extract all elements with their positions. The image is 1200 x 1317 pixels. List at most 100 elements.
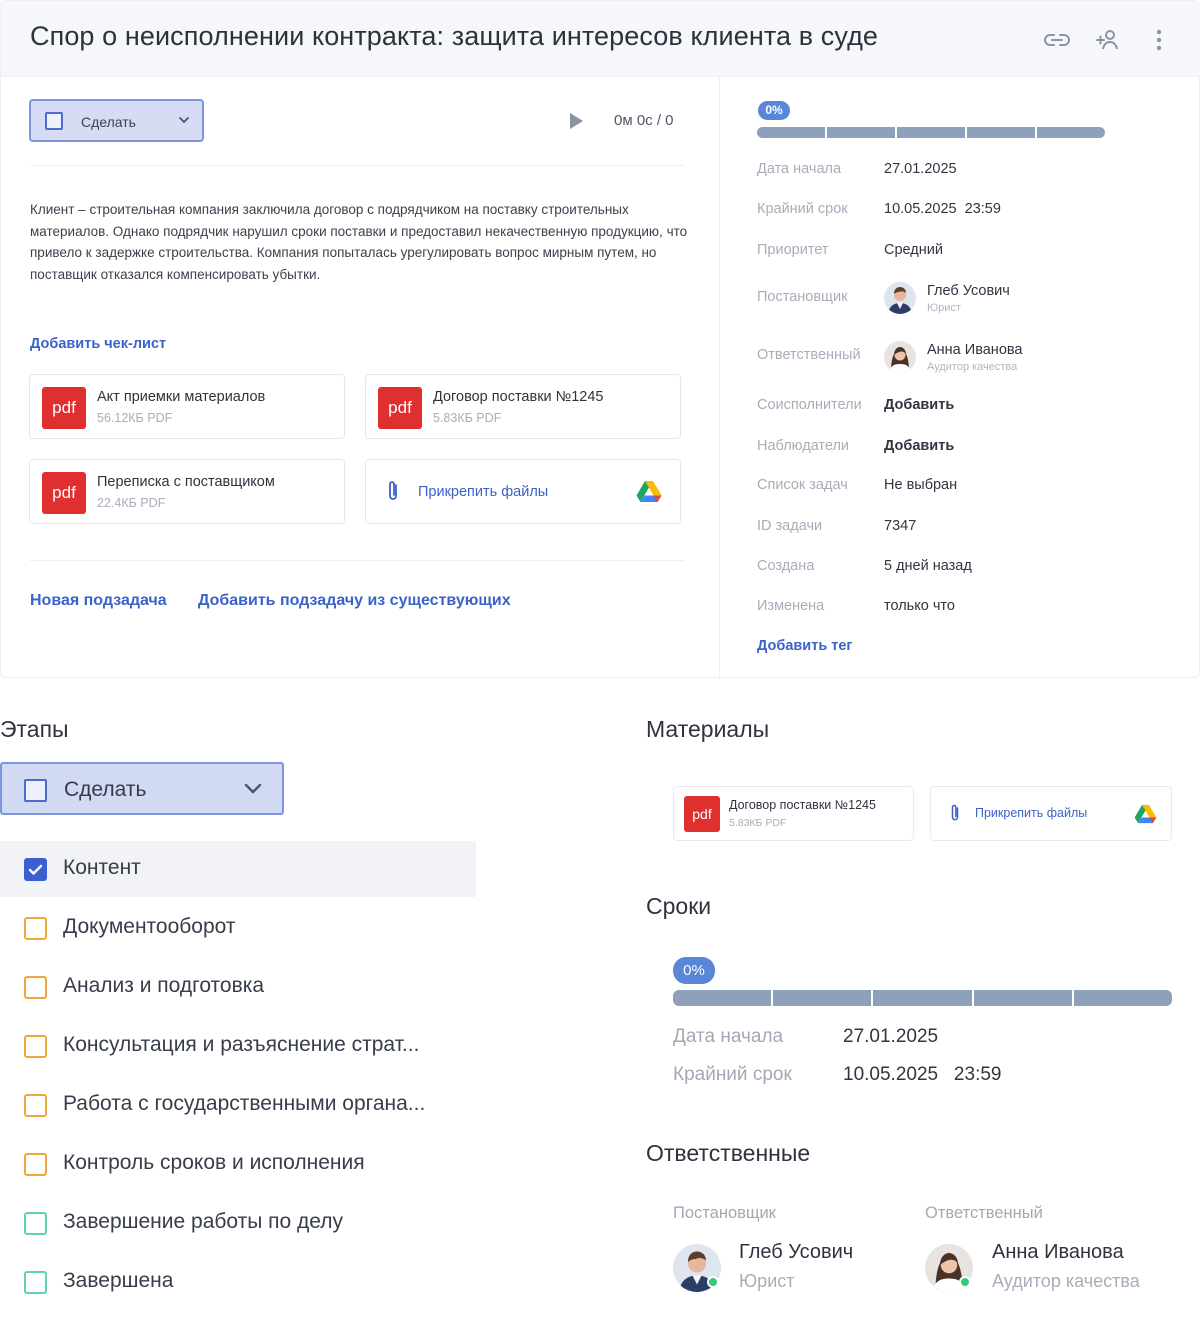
tasklist-label: Список задач bbox=[757, 477, 848, 493]
checkbox-icon[interactable] bbox=[24, 1094, 47, 1117]
pdf-icon: pdf bbox=[378, 387, 422, 429]
new-subtask-link[interactable]: Новая подзадача bbox=[30, 592, 167, 610]
checkbox-checked-icon[interactable] bbox=[24, 858, 47, 881]
attach-files-button[interactable]: Прикрепить файлы bbox=[930, 786, 1172, 841]
add-existing-subtask-link[interactable]: Добавить подзадачу из существующих bbox=[198, 592, 511, 610]
assignee-label: Ответственный bbox=[925, 1204, 1043, 1222]
stage-label: Контроль сроков и исполнения bbox=[63, 1151, 365, 1174]
start-date-value[interactable]: 27.01.2025 bbox=[843, 1026, 938, 1048]
chevron-down-icon bbox=[244, 781, 262, 800]
stage-dropdown[interactable]: Сделать bbox=[0, 762, 284, 815]
task-title: Спор о неисполнении контракта: защита ин… bbox=[30, 21, 879, 51]
google-drive-icon[interactable] bbox=[1134, 804, 1157, 829]
stage-item[interactable]: Консультация и разъяснение страт... bbox=[0, 1018, 476, 1074]
checkbox-icon[interactable] bbox=[24, 1271, 47, 1294]
creator-role: Юрист bbox=[927, 302, 961, 314]
stage-label: Завершена bbox=[63, 1269, 174, 1292]
progress-badge: 0% bbox=[758, 101, 790, 120]
file-card[interactable]: pdf Договор поставки №1245 5.83КБ PDF bbox=[673, 786, 914, 841]
materials-heading: Материалы bbox=[646, 716, 770, 742]
priority-value[interactable]: Средний bbox=[884, 242, 943, 258]
file-name: Договор поставки №1245 bbox=[729, 798, 876, 812]
stage-item[interactable]: Анализ и подготовка bbox=[0, 959, 476, 1015]
stage-item[interactable]: Завершена bbox=[0, 1254, 476, 1310]
deadline-value[interactable]: 10.05.2025 23:59 bbox=[884, 201, 1001, 217]
add-observers-link[interactable]: Добавить bbox=[884, 438, 954, 454]
checkbox-icon[interactable] bbox=[24, 1153, 47, 1176]
creator-role: Юрист bbox=[739, 1271, 795, 1291]
task-id-value: 7347 bbox=[884, 518, 917, 534]
stage-label: Анализ и подготовка bbox=[63, 974, 265, 997]
task-id-label: ID задачи bbox=[757, 518, 823, 534]
responsibles-heading: Ответственные bbox=[646, 1140, 811, 1166]
creator-name[interactable]: Глеб Усович bbox=[927, 283, 1010, 299]
attach-files-button[interactable]: Прикрепить файлы bbox=[365, 459, 681, 524]
stage-item[interactable]: Контроль сроков и исполнения bbox=[0, 1136, 476, 1192]
more-vertical-icon[interactable] bbox=[1144, 25, 1174, 55]
file-name: Переписка с поставщиком bbox=[97, 474, 275, 490]
add-checklist-link[interactable]: Добавить чек-лист bbox=[30, 336, 166, 352]
assignee-label: Ответственный bbox=[757, 347, 861, 363]
online-status-indicator bbox=[707, 1276, 719, 1288]
creator-label: Постановщик bbox=[757, 289, 848, 305]
deadline-value[interactable]: 10.05.2025 23:59 bbox=[843, 1064, 1001, 1086]
stage-item[interactable]: Завершение работы по делу bbox=[0, 1195, 476, 1251]
link-icon[interactable] bbox=[1042, 25, 1072, 55]
task-properties: 0% Дата начала 27.01.2025 Крайний срок 1… bbox=[719, 77, 1200, 679]
modified-label: Изменена bbox=[757, 598, 825, 614]
divider bbox=[30, 560, 684, 561]
assignee-name[interactable]: Анна Иванова bbox=[992, 1241, 1124, 1264]
task-description: Клиент – строительная компания заключила… bbox=[30, 202, 688, 282]
google-drive-icon[interactable] bbox=[636, 480, 662, 508]
stage-label: Консультация и разъяснение страт... bbox=[63, 1033, 420, 1056]
avatar[interactable] bbox=[884, 282, 916, 314]
deadline-label: Крайний срок bbox=[757, 201, 848, 217]
file-card[interactable]: pdf Переписка с поставщиком 22.4КБ PDF bbox=[29, 459, 345, 524]
stage-item[interactable]: Работа с государственными органа... bbox=[0, 1077, 476, 1133]
checkbox-icon[interactable] bbox=[24, 1212, 47, 1235]
add-tag-link[interactable]: Добавить тег bbox=[757, 638, 852, 654]
pdf-icon: pdf bbox=[42, 472, 86, 514]
assignee-role: Аудитор качества bbox=[927, 361, 1018, 373]
assignee-name[interactable]: Анна Иванова bbox=[927, 342, 1022, 358]
file-meta: 22.4КБ PDF bbox=[97, 496, 166, 510]
stage-dropdown-label: Сделать bbox=[64, 778, 147, 801]
start-date-value[interactable]: 27.01.2025 bbox=[884, 161, 957, 177]
status-dropdown[interactable]: Сделать bbox=[29, 99, 204, 142]
pdf-icon: pdf bbox=[684, 796, 720, 832]
checkbox-icon bbox=[45, 112, 63, 130]
progress-bar bbox=[757, 127, 1105, 138]
start-date-label: Дата начала bbox=[673, 1026, 784, 1047]
file-name: Акт приемки материалов bbox=[97, 389, 266, 405]
task-card: Спор о неисполнении контракта: защита ин… bbox=[0, 0, 1200, 679]
file-card[interactable]: pdf Договор поставки №1245 5.83КБ PDF bbox=[365, 374, 681, 439]
created-label: Создана bbox=[757, 558, 815, 574]
start-date-label: Дата начала bbox=[757, 161, 842, 177]
checkbox-icon[interactable] bbox=[24, 917, 47, 940]
pdf-icon: pdf bbox=[42, 387, 86, 429]
checkbox-icon[interactable] bbox=[24, 976, 47, 999]
checkbox-icon[interactable] bbox=[24, 1035, 47, 1058]
stage-item[interactable]: Контент bbox=[0, 841, 476, 897]
file-card[interactable]: pdf Акт приемки материалов 56.12КБ PDF bbox=[29, 374, 345, 439]
tasklist-value[interactable]: Не выбран bbox=[884, 477, 957, 493]
task-main: Сделать 0м 0с / 0 Клиент – строительная … bbox=[1, 77, 719, 679]
attach-files-label: Прикрепить файлы bbox=[975, 806, 1088, 820]
play-icon[interactable] bbox=[567, 111, 585, 136]
deadline-label: Крайний срок bbox=[673, 1064, 792, 1085]
stage-label: Документооборот bbox=[63, 915, 236, 938]
avatar[interactable] bbox=[884, 341, 916, 373]
stage-item[interactable]: Документооборот bbox=[0, 900, 476, 956]
assignee-role: Аудитор качества bbox=[992, 1271, 1140, 1291]
file-meta: 5.83КБ PDF bbox=[433, 411, 502, 425]
attach-files-label: Прикрепить файлы bbox=[418, 484, 549, 500]
modified-value: только что bbox=[884, 598, 955, 614]
progress-badge: 0% bbox=[673, 957, 715, 984]
add-user-icon[interactable] bbox=[1093, 25, 1123, 55]
chevron-down-icon bbox=[178, 113, 190, 131]
observers-label: Наблюдатели bbox=[757, 438, 850, 454]
add-coexecutors-link[interactable]: Добавить bbox=[884, 397, 954, 413]
creator-name[interactable]: Глеб Усович bbox=[739, 1241, 853, 1264]
checkbox-icon bbox=[24, 779, 47, 802]
online-status-indicator bbox=[959, 1276, 971, 1288]
